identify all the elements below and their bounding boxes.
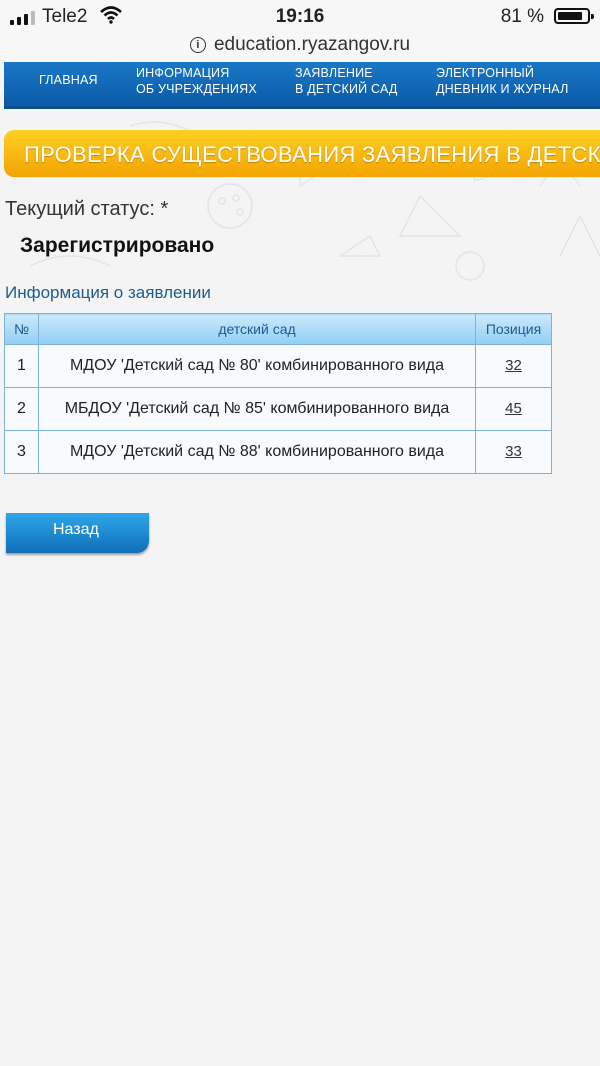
position-cell: 32 xyxy=(475,344,552,388)
table-row: 2 МБДОУ 'Детский сад № 85' комбинированн… xyxy=(4,387,552,431)
row-number: 2 xyxy=(4,387,39,431)
page-title-banner: ПРОВЕРКА СУЩЕСТВОВАНИЯ ЗАЯВЛЕНИЯ В ДЕТСК… xyxy=(4,130,600,177)
nav-institutions-line2: ОБ УЧРЕЖДЕНИЯХ xyxy=(136,82,257,96)
table-row: 1 МДОУ 'Детский сад № 80' комбинированно… xyxy=(4,344,552,388)
back-button-label: Назад xyxy=(53,521,99,538)
position-link[interactable]: 32 xyxy=(505,357,522,374)
kindergarten-name: МДОУ 'Детский сад № 80' комбинированного… xyxy=(38,344,476,388)
position-cell: 33 xyxy=(475,430,552,474)
column-header-kindergarten: детский сад xyxy=(38,313,476,345)
nav-item-electronic-diary[interactable]: ЭЛЕКТРОННЫЙ ДНЕВНИК И ЖУРНАЛ xyxy=(436,65,569,97)
nav-item-home[interactable]: ГЛАВНАЯ xyxy=(39,72,98,88)
battery-percent: 81 % xyxy=(500,6,544,27)
nav-diary-line2: ДНЕВНИК И ЖУРНАЛ xyxy=(436,82,569,96)
ios-status-bar: Tele2 19:16 81 % xyxy=(0,0,600,34)
column-header-number: № xyxy=(4,313,39,345)
nav-item-kindergarten-application[interactable]: ЗАЯВЛЕНИЕ В ДЕТСКИЙ САД xyxy=(295,65,398,97)
url-text: education.ryazangov.ru xyxy=(213,34,411,55)
table-header-row: № детский сад Позиция xyxy=(4,313,552,345)
table-row: 3 МДОУ 'Детский сад № 88' комбинированно… xyxy=(4,430,552,474)
position-cell: 45 xyxy=(475,387,552,431)
current-status-label: Текущий статус: * xyxy=(5,198,169,220)
application-info-heading: Информация о заявлении xyxy=(5,283,211,302)
position-link[interactable]: 33 xyxy=(505,443,522,460)
column-header-position: Позиция xyxy=(475,313,552,345)
info-icon[interactable]: i xyxy=(189,37,206,53)
main-navigation: ГЛАВНАЯ ИНФОРМАЦИЯ ОБ УЧРЕЖДЕНИЯХ ЗАЯВЛЕ… xyxy=(4,62,600,109)
kindergarten-name: МДОУ 'Детский сад № 88' комбинированного… xyxy=(38,430,476,474)
position-link[interactable]: 45 xyxy=(505,400,522,417)
address-bar[interactable]: i education.ryazangov.ru xyxy=(0,34,600,62)
row-number: 1 xyxy=(4,344,39,388)
back-button[interactable]: Назад xyxy=(6,513,149,553)
applications-table: № детский сад Позиция 1 МДОУ 'Детский са… xyxy=(4,313,552,474)
kindergarten-name: МБДОУ 'Детский сад № 85' комбинированног… xyxy=(38,387,476,431)
nav-home-label: ГЛАВНАЯ xyxy=(39,73,98,87)
row-number: 3 xyxy=(4,430,39,474)
current-status-value: Зарегистрировано xyxy=(20,234,215,257)
nav-institutions-line1: ИНФОРМАЦИЯ xyxy=(136,66,230,80)
nav-application-line1: ЗАЯВЛЕНИЕ xyxy=(295,66,373,80)
page-title: ПРОВЕРКА СУЩЕСТВОВАНИЯ ЗАЯВЛЕНИЯ В ДЕТСК… xyxy=(24,142,600,167)
battery-icon xyxy=(554,8,594,24)
nav-item-institutions[interactable]: ИНФОРМАЦИЯ ОБ УЧРЕЖДЕНИЯХ xyxy=(136,65,257,97)
nav-diary-line1: ЭЛЕКТРОННЫЙ xyxy=(436,66,535,80)
nav-application-line2: В ДЕТСКИЙ САД xyxy=(295,82,398,96)
